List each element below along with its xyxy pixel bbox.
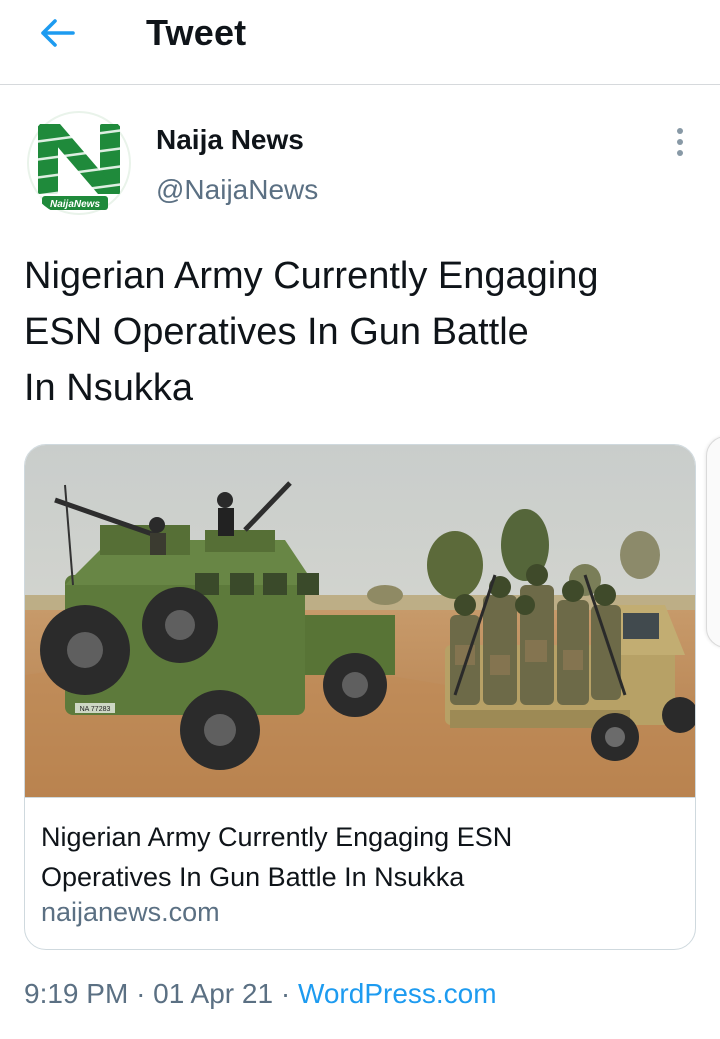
card-title-line: Nigerian Army Currently Engaging ESN: [41, 822, 513, 852]
tweet-text-line: Nigerian Army Currently Engaging: [24, 255, 599, 297]
more-vertical-icon-dot: [677, 150, 683, 156]
avatar[interactable]: NaijaNews: [24, 108, 134, 218]
meta-separator: ·: [280, 978, 291, 1009]
tweet-date[interactable]: 01 Apr 21: [153, 978, 273, 1009]
tweet-source-link[interactable]: WordPress.com: [298, 978, 497, 1009]
tweet-text-line: In Nsukka: [24, 367, 193, 409]
vehicle-plate-text: NA 77283: [80, 706, 111, 713]
avatar-logo-text: NaijaNews: [50, 199, 100, 210]
author-name[interactable]: Naija News: [156, 124, 304, 156]
arrow-left-icon: [41, 19, 75, 47]
author-handle[interactable]: @NaijaNews: [156, 174, 318, 206]
more-options-button[interactable]: [664, 122, 696, 162]
top-app-bar: Tweet: [0, 0, 720, 85]
edge-panel-handle[interactable]: [706, 436, 720, 648]
card-image: NA 77283: [25, 445, 695, 798]
tweet-text: Nigerian Army Currently Engaging ESN Ope…: [24, 248, 696, 416]
card-domain: naijanews.com: [41, 897, 220, 927]
more-vertical-icon-dot: [677, 139, 683, 145]
card-title-line: Operatives In Gun Battle In Nsukka: [41, 862, 465, 892]
link-preview-card[interactable]: NA 77283 Nigerian Army Currently Engagin…: [24, 444, 696, 950]
naija-news-logo-icon: NaijaNews: [24, 108, 134, 218]
tweet-time[interactable]: 9:19 PM: [24, 978, 128, 1009]
tweet-text-line: ESN Operatives In Gun Battle: [24, 311, 529, 353]
back-button[interactable]: [32, 10, 82, 56]
card-title: Nigerian Army Currently Engaging ESN Ope…: [41, 817, 681, 897]
page-title: Tweet: [146, 12, 247, 53]
meta-separator: ·: [136, 978, 146, 1009]
tweet-meta: 9:19 PM · 01 Apr 21 · WordPress.com: [24, 978, 497, 1010]
more-vertical-icon-dot: [677, 128, 683, 134]
